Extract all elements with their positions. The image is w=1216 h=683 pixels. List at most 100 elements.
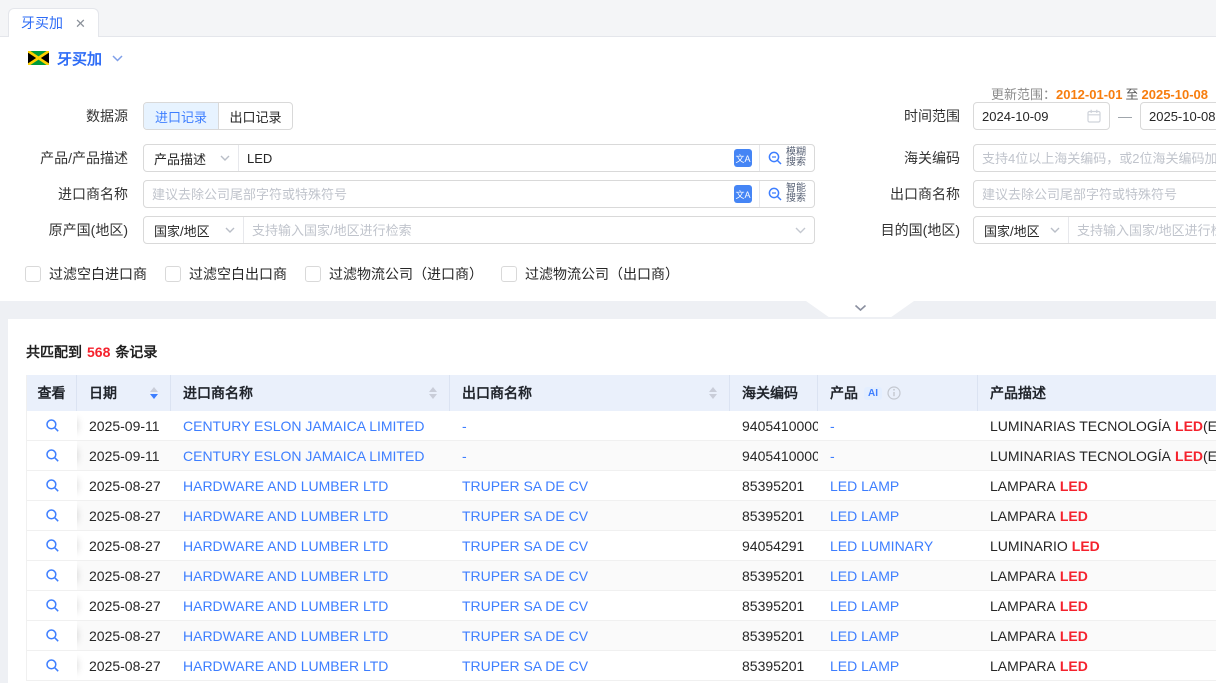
chevron-down-icon[interactable] [112,55,123,62]
radio-import-records[interactable]: 进口记录 [144,103,218,129]
view-record-button[interactable] [45,448,60,463]
exporter-link[interactable]: - [462,418,467,434]
translate-icon[interactable]: 文A [734,149,752,167]
exporter-input[interactable] [974,181,1216,207]
radio-export-records[interactable]: 出口记录 [218,103,292,129]
exporter-label: 出口商名称 [828,180,960,208]
product-link[interactable]: LED LAMP [830,508,899,524]
exporter-link[interactable]: TRUPER SA DE CV [462,568,588,584]
view-record-button[interactable] [45,598,60,613]
country-name[interactable]: 牙买加 [57,48,102,69]
destination-country-input[interactable] [1069,217,1216,243]
table-row: 2025-08-27 HARDWARE AND LUMBER LTD TRUPE… [27,471,1216,501]
header-view: 查看 [27,375,77,411]
destination-type-select[interactable]: 国家/地区 [974,217,1069,243]
importer-input[interactable] [144,181,726,207]
translate-icon[interactable]: 文A [734,185,752,203]
sort-exporter[interactable] [709,387,717,399]
importer-link[interactable]: HARDWARE AND LUMBER LTD [183,508,388,524]
view-record-button[interactable] [45,418,60,433]
origin-country-input[interactable] [244,217,787,243]
cell-date: 2025-09-11 [77,441,171,470]
cell-product-desc: LUMINARIAS TECNOLOGÍALED (EXT... [978,441,1216,470]
header-product: 产品 AI [818,375,978,411]
view-record-button[interactable] [45,658,60,673]
checkbox-icon[interactable] [501,266,517,282]
select-arrow-icon [225,227,235,233]
importer-link[interactable]: CENTURY ESLON JAMAICA LIMITED [183,418,424,434]
tab-title: 牙买加 [21,13,63,33]
exporter-link[interactable]: - [462,448,467,464]
header-exporter[interactable]: 出口商名称 [450,375,730,411]
date-start-input[interactable] [974,103,1087,129]
checkbox-icon[interactable] [165,266,181,282]
header-date[interactable]: 日期 [77,375,171,411]
info-icon[interactable] [887,386,901,400]
product-link[interactable]: - [830,448,835,464]
search-icon [45,478,60,493]
importer-link[interactable]: CENTURY ESLON JAMAICA LIMITED [183,448,424,464]
cell-date: 2025-08-27 [77,561,171,590]
product-link[interactable]: - [830,418,835,434]
hs-code-input[interactable] [974,145,1216,171]
sort-importer[interactable] [429,387,437,399]
table-row: 2025-09-11 CENTURY ESLON JAMAICA LIMITED… [27,441,1216,471]
cell-date: 2025-08-27 [77,651,171,680]
exporter-link[interactable]: TRUPER SA DE CV [462,478,588,494]
exporter-link[interactable]: TRUPER SA DE CV [462,628,588,644]
importer-link[interactable]: HARDWARE AND LUMBER LTD [183,658,388,674]
fuzzy-search-button[interactable]: 模糊搜索 [767,148,806,168]
view-record-button[interactable] [45,628,60,643]
date-end-input[interactable] [1141,103,1216,129]
checkbox-icon[interactable] [305,266,321,282]
exporter-link[interactable]: TRUPER SA DE CV [462,508,588,524]
importer-link[interactable]: HARDWARE AND LUMBER LTD [183,598,388,614]
importer-link[interactable]: HARDWARE AND LUMBER LTD [183,568,388,584]
exporter-link[interactable]: TRUPER SA DE CV [462,598,588,614]
view-record-button[interactable] [45,478,60,493]
chevron-down-icon[interactable] [795,227,806,234]
view-record-button[interactable] [45,568,60,583]
importer-link[interactable]: HARDWARE AND LUMBER LTD [183,538,388,554]
checkbox-icon[interactable] [25,266,41,282]
collapse-panel-button[interactable] [806,301,914,317]
product-input[interactable] [239,145,726,171]
exporter-link[interactable]: TRUPER SA DE CV [462,658,588,674]
view-record-button[interactable] [45,508,60,523]
origin-country-field: 国家/地区 [143,216,815,244]
search-icon [45,568,60,583]
table-row: 2025-08-27 HARDWARE AND LUMBER LTD TRUPE… [27,561,1216,591]
tab-jamaica[interactable]: 牙买加 ✕ [8,8,99,37]
table-row: 2025-08-27 HARDWARE AND LUMBER LTD TRUPE… [27,591,1216,621]
table-body: 2025-09-11 CENTURY ESLON JAMAICA LIMITED… [27,411,1216,681]
search-icon [45,538,60,553]
product-link[interactable]: LED LUMINARY [830,538,933,554]
filter-panel: 更新范围：2012-01-01至2025-10-08 数据源 进口记录 出口记录… [0,79,1216,301]
importer-link[interactable]: HARDWARE AND LUMBER LTD [183,628,388,644]
table-row: 2025-09-11 CENTURY ESLON JAMAICA LIMITED… [27,411,1216,441]
importer-link[interactable]: HARDWARE AND LUMBER LTD [183,478,388,494]
product-link[interactable]: LED LAMP [830,478,899,494]
cell-product-desc: LAMPARALED [978,561,1216,590]
view-record-button[interactable] [45,538,60,553]
exporter-link[interactable]: TRUPER SA DE CV [462,538,588,554]
search-icon [767,186,783,202]
product-link[interactable]: LED LAMP [830,628,899,644]
chevron-down-icon [854,304,867,312]
product-link[interactable]: LED LAMP [830,658,899,674]
smart-search-button[interactable]: 智能搜索 [767,184,806,204]
product-link[interactable]: LED LAMP [830,598,899,614]
checkbox-filter-blank-importer[interactable]: 过滤空白进口商 [25,264,147,284]
table-row: 2025-08-27 HARDWARE AND LUMBER LTD TRUPE… [27,531,1216,561]
product-type-select[interactable]: 产品描述 [144,145,239,171]
close-icon[interactable]: ✕ [75,17,86,30]
origin-type-select[interactable]: 国家/地区 [144,217,244,243]
table-row: 2025-08-27 HARDWARE AND LUMBER LTD TRUPE… [27,621,1216,651]
sort-date[interactable] [150,387,158,399]
calendar-icon[interactable] [1087,109,1101,123]
checkbox-filter-blank-exporter[interactable]: 过滤空白出口商 [165,264,287,284]
product-link[interactable]: LED LAMP [830,568,899,584]
checkbox-filter-logistics-importer[interactable]: 过滤物流公司（进口商） [305,264,483,284]
header-importer[interactable]: 进口商名称 [171,375,450,411]
checkbox-filter-logistics-exporter[interactable]: 过滤物流公司（出口商） [501,264,679,284]
